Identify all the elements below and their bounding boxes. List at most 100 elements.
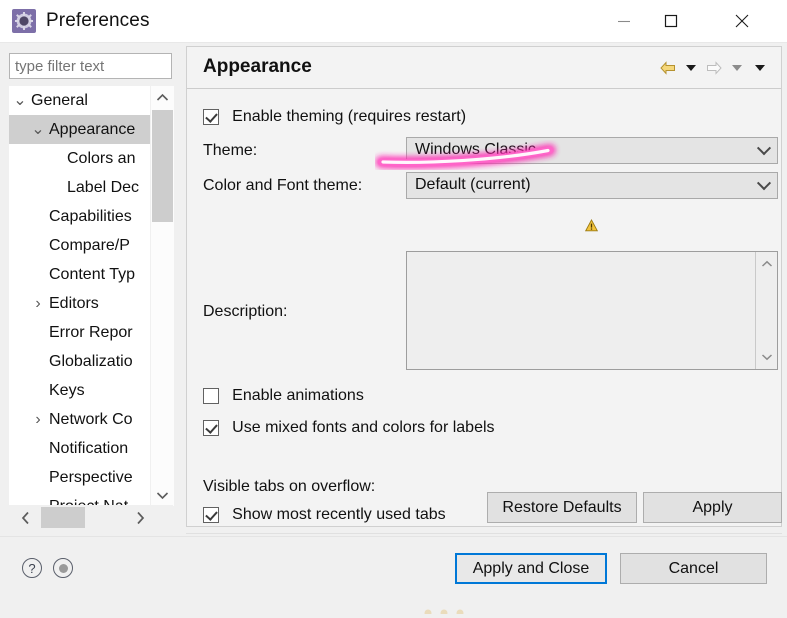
tree-item-label: Keys	[49, 382, 85, 399]
description-textarea[interactable]	[406, 251, 778, 370]
chevron-down-icon[interactable]	[751, 173, 777, 198]
forward-arrow-icon[interactable]	[702, 57, 725, 79]
back-menu-caret-down-icon[interactable]	[679, 57, 702, 79]
chevron-down-icon[interactable]: ⌄	[13, 92, 27, 108]
mixed-fonts-row[interactable]: Use mixed fonts and colors for labels	[203, 419, 495, 437]
tree-item-label: Perspective	[49, 469, 133, 486]
preferences-gear-icon	[12, 9, 36, 33]
enable-theming-checkbox[interactable]	[203, 109, 219, 126]
tree-item-label: General	[31, 92, 88, 109]
chevron-right-icon[interactable]	[129, 505, 151, 530]
window-title: Preferences	[46, 10, 150, 31]
enable-theming-label: Enable theming (requires restart)	[232, 108, 467, 125]
tree-item[interactable]: ⌄ General	[9, 86, 157, 115]
page-header: Appearance	[187, 47, 781, 89]
record-dot-icon[interactable]	[53, 558, 73, 578]
tree-item-label: Notification	[49, 440, 129, 457]
chevron-up-icon[interactable]	[756, 254, 777, 274]
tree-item[interactable]: Error Repor	[9, 318, 157, 347]
tree-item-label: Content Typ	[49, 266, 135, 283]
chevron-down-icon[interactable]	[151, 484, 174, 506]
tree-item-label: Colors an	[67, 150, 136, 167]
tree-item-label: Error Repor	[49, 324, 133, 341]
chevron-down-icon[interactable]	[751, 138, 777, 163]
tree-item-label: Network Co	[49, 411, 133, 428]
tree-item-label: Globalizatio	[49, 353, 133, 370]
panel-bottom-divider	[186, 533, 782, 534]
color-font-theme-label: Color and Font theme:	[203, 177, 363, 194]
tree-item[interactable]: Compare/P	[9, 231, 157, 260]
page-body: Enable theming (requires restart) Theme:…	[187, 90, 781, 526]
chevron-up-icon[interactable]	[151, 86, 174, 108]
color-font-theme-value: Default (current)	[415, 176, 531, 193]
apply-button[interactable]: Apply	[643, 492, 782, 523]
scrollbar-thumb[interactable]	[41, 507, 85, 528]
chevron-down-icon[interactable]: ⌄	[31, 121, 45, 137]
color-font-theme-dropdown[interactable]: Default (current)	[406, 172, 778, 199]
tree-item[interactable]: Capabilities	[9, 202, 157, 231]
show-mru-tabs-label: Show most recently used tabs	[232, 506, 446, 523]
description-scrollbar[interactable]	[755, 252, 777, 369]
tree-vertical-scrollbar[interactable]	[150, 86, 174, 506]
tree-horizontal-scrollbar[interactable]	[9, 505, 173, 530]
tree-item-label: Capabilities	[49, 208, 132, 225]
preferences-dialog: Preferences ⌄General⌄Appearance Colors a…	[0, 0, 787, 617]
help-question-icon[interactable]: ?	[22, 558, 42, 578]
show-mru-tabs-checkbox[interactable]	[203, 507, 219, 524]
theme-dropdown[interactable]: Windows Classic	[406, 137, 778, 164]
tree-item-label: Compare/P	[49, 237, 130, 254]
enable-animations-row[interactable]: Enable animations	[203, 387, 364, 405]
page-nav-buttons	[656, 57, 771, 79]
enable-animations-checkbox[interactable]	[203, 388, 219, 405]
minimize-icon[interactable]	[601, 0, 647, 42]
chevron-right-icon[interactable]: ›	[31, 289, 45, 318]
back-arrow-icon[interactable]	[656, 57, 679, 79]
description-label: Description:	[203, 303, 288, 320]
preference-page: Appearance Enable theming (requires rest…	[186, 46, 782, 527]
enable-theming-row[interactable]: Enable theming (requires restart)	[203, 108, 466, 126]
tree-item[interactable]: Perspective	[9, 463, 157, 492]
title-bar: Preferences	[0, 0, 787, 43]
chevron-right-icon[interactable]: ›	[31, 405, 45, 434]
tree-item[interactable]: › Editors	[9, 289, 157, 318]
enable-animations-label: Enable animations	[232, 387, 364, 404]
theme-label: Theme:	[203, 142, 258, 159]
tree-item-label: Label Dec	[67, 179, 140, 196]
scrollbar-thumb[interactable]	[152, 110, 173, 222]
tree-item[interactable]: Notification	[9, 434, 157, 463]
close-icon[interactable]	[719, 0, 765, 42]
chevron-left-icon[interactable]	[14, 505, 36, 530]
preference-tree[interactable]: ⌄ General ⌄ Appearance Colors an Label Dec …	[9, 86, 173, 506]
tree-item[interactable]: Colors an	[9, 144, 157, 173]
tree-item-label: Appearance	[49, 121, 136, 138]
filter-input[interactable]	[9, 53, 172, 79]
tree-item[interactable]: Globalizatio	[9, 347, 157, 376]
chevron-down-icon[interactable]	[756, 347, 777, 367]
tree-item[interactable]: Project Nat	[9, 492, 157, 506]
tree-item[interactable]: Label Dec	[9, 173, 157, 202]
theme-value: Windows Classic	[415, 141, 536, 158]
cancel-button[interactable]: Cancel	[620, 553, 767, 584]
apply-and-close-button[interactable]: Apply and Close	[455, 553, 607, 584]
more-menu-caret-down-icon[interactable]	[748, 57, 771, 79]
show-mru-tabs-row[interactable]: Show most recently used tabs	[203, 506, 446, 524]
mixed-fonts-checkbox[interactable]	[203, 420, 219, 437]
tree-item[interactable]: ⌄ Appearance	[9, 115, 157, 144]
tree-item[interactable]: › Network Co	[9, 405, 157, 434]
restore-defaults-button[interactable]: Restore Defaults	[487, 492, 637, 523]
tree-item[interactable]: Content Typ	[9, 260, 157, 289]
maximize-icon[interactable]	[648, 0, 694, 42]
page-title: Appearance	[203, 56, 312, 77]
tree-item[interactable]: Keys	[9, 376, 157, 405]
warning-triangle-icon	[584, 219, 599, 232]
forward-menu-caret-down-icon[interactable]	[725, 57, 748, 79]
